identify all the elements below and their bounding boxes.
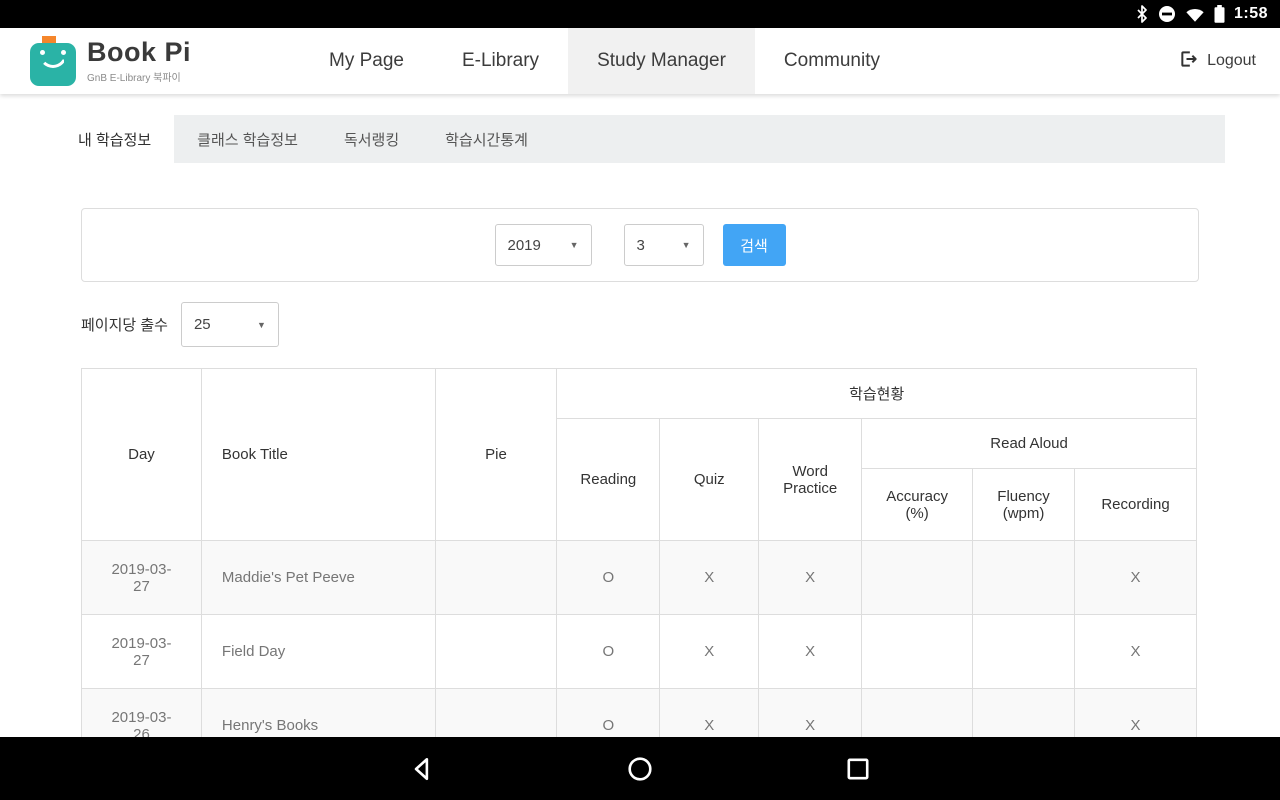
home-button[interactable] [626, 755, 654, 783]
column-group-study-status: 학습현황 [557, 369, 1197, 419]
column-group-read-aloud: Read Aloud [862, 419, 1197, 469]
logout-button[interactable]: Logout [1179, 28, 1280, 94]
cell-reading: O [557, 615, 660, 689]
per-page-select[interactable]: 25 ▼ [181, 302, 279, 347]
column-header-word-practice: Word Practice [759, 419, 862, 541]
main-nav: My Page E-Library Study Manager Communit… [300, 28, 909, 94]
nav-item-label: Community [784, 50, 880, 72]
chevron-down-icon: ▼ [682, 240, 691, 250]
nav-item-community[interactable]: Community [755, 28, 909, 94]
status-time: 1:58 [1234, 5, 1268, 23]
tab-study-time-stats[interactable]: 학습시간통계 [422, 115, 551, 163]
month-select[interactable]: 3 ▼ [624, 224, 704, 266]
android-status-bar: 1:58 [0, 0, 1280, 28]
app-navbar: Book Pi GnB E-Library 북파이 My Page E-Libr… [0, 28, 1280, 94]
search-button[interactable]: 검색 [723, 224, 786, 266]
nav-item-label: E-Library [462, 50, 539, 72]
tab-label: 독서랭킹 [344, 129, 399, 150]
tab-label: 학습시간통계 [445, 129, 528, 150]
wifi-icon [1185, 6, 1205, 23]
home-icon [627, 756, 653, 782]
study-status-table: Day Book Title Pie 학습현황 Reading Quiz Wor… [81, 368, 1197, 763]
cell-reading: O [557, 541, 660, 615]
column-header-day: Day [82, 369, 202, 541]
chevron-down-icon: ▼ [257, 320, 266, 330]
do-not-disturb-icon [1158, 5, 1176, 23]
filter-panel: 2019 ▼ 3 ▼ 검색 [81, 208, 1199, 282]
month-select-value: 3 [637, 237, 645, 254]
table-row: 2019-03-27 Maddie's Pet Peeve O X X X [82, 541, 1197, 615]
column-header-book-title: Book Title [201, 369, 435, 541]
column-header-recording: Recording [1075, 469, 1197, 541]
logout-icon [1179, 49, 1199, 74]
column-header-fluency: Fluency (wpm) [973, 469, 1075, 541]
chevron-down-icon: ▼ [570, 240, 579, 250]
cell-pie [435, 541, 557, 615]
cell-word-practice: X [759, 541, 862, 615]
tab-label: 클래스 학습정보 [197, 129, 298, 150]
per-page-row: 페이지당 출수 25 ▼ [81, 302, 1199, 347]
cell-fluency [973, 541, 1075, 615]
cell-book-title: Field Day [201, 615, 435, 689]
cell-day: 2019-03-27 [82, 615, 202, 689]
cell-accuracy [862, 615, 973, 689]
cell-word-practice: X [759, 615, 862, 689]
nav-item-my-page[interactable]: My Page [300, 28, 433, 94]
year-select-value: 2019 [508, 237, 541, 254]
column-header-quiz: Quiz [660, 419, 759, 541]
back-icon [409, 756, 435, 782]
cell-recording: X [1075, 541, 1197, 615]
tab-class-study-info[interactable]: 클래스 학습정보 [174, 115, 321, 163]
recents-button[interactable] [844, 755, 872, 783]
cell-quiz: X [660, 615, 759, 689]
per-page-value: 25 [194, 316, 211, 333]
study-manager-tabs: 내 학습정보 클래스 학습정보 독서랭킹 학습시간통계 [55, 115, 1225, 163]
logo-title: Book Pi [87, 38, 191, 66]
bluetooth-icon [1135, 5, 1149, 23]
recents-icon [845, 756, 871, 782]
tab-reading-ranking[interactable]: 독서랭킹 [321, 115, 422, 163]
nav-item-label: My Page [329, 50, 404, 72]
logo[interactable]: Book Pi GnB E-Library 북파이 [0, 28, 300, 94]
column-header-reading: Reading [557, 419, 660, 541]
tab-my-study-info[interactable]: 내 학습정보 [55, 115, 174, 163]
nav-item-label: Study Manager [597, 50, 726, 72]
back-button[interactable] [408, 755, 436, 783]
cell-day: 2019-03-27 [82, 541, 202, 615]
cell-fluency [973, 615, 1075, 689]
table-row: 2019-03-27 Field Day O X X X [82, 615, 1197, 689]
logo-text: Book Pi GnB E-Library 북파이 [87, 38, 191, 83]
cell-pie [435, 615, 557, 689]
nav-item-e-library[interactable]: E-Library [433, 28, 568, 94]
cell-accuracy [862, 541, 973, 615]
year-select[interactable]: 2019 ▼ [495, 224, 592, 266]
logout-label: Logout [1207, 52, 1256, 70]
per-page-label: 페이지당 출수 [81, 314, 168, 335]
column-header-accuracy: Accuracy (%) [862, 469, 973, 541]
android-nav-bar [0, 737, 1280, 800]
cell-book-title: Maddie's Pet Peeve [201, 541, 435, 615]
nav-item-study-manager[interactable]: Study Manager [568, 28, 755, 94]
cell-recording: X [1075, 615, 1197, 689]
battery-icon [1214, 5, 1225, 23]
logo-subtitle: GnB E-Library 북파이 [87, 69, 191, 84]
tab-label: 내 학습정보 [78, 129, 151, 150]
cell-quiz: X [660, 541, 759, 615]
column-header-pie: Pie [435, 369, 557, 541]
bookpi-logo-icon [30, 36, 76, 86]
